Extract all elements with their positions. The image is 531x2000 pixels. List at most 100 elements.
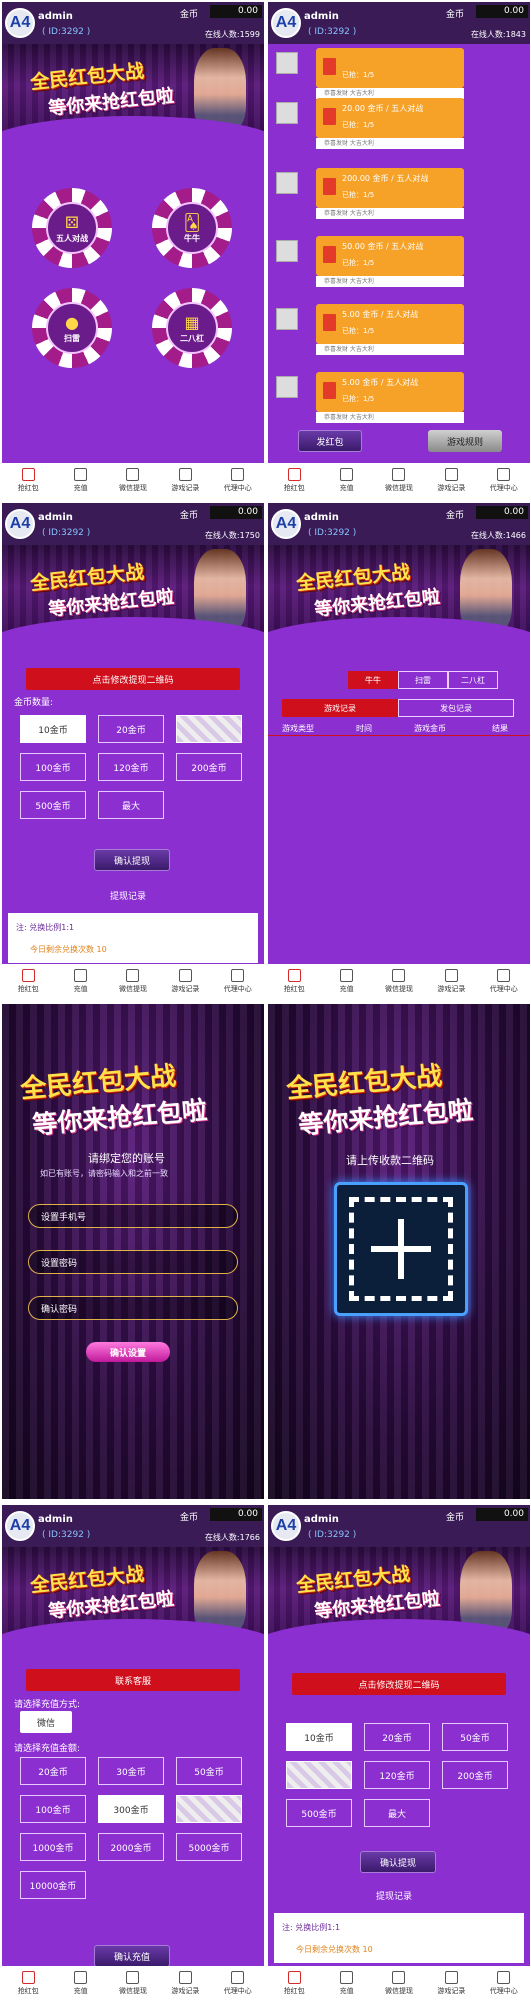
nav-recharge[interactable]: 充值 [322, 1970, 372, 1996]
recharge-option[interactable]: 100金币 [20, 1795, 86, 1823]
withdraw-records-link[interactable]: 提现记录 [110, 889, 146, 902]
confirm-withdraw-button[interactable]: 确认提现 [360, 1851, 436, 1873]
contact-service-button[interactable]: 联系客服 [26, 1669, 240, 1691]
nav-records[interactable]: 游戏记录 [426, 1970, 476, 1996]
confirm-recharge-button[interactable]: 确认充值 [94, 1945, 170, 1967]
recharge-option[interactable] [176, 1795, 242, 1823]
message-red-packet[interactable]: 50.00 金币 / 五人对战 已抢：1/5 恭喜发财 大吉大利 [276, 236, 524, 288]
amount-option[interactable]: 10金币 [20, 715, 86, 743]
amount-option[interactable]: 20金币 [98, 715, 164, 743]
method-wechat[interactable]: 微信 [20, 1711, 72, 1733]
nav-withdraw[interactable]: 微信提现 [374, 467, 424, 493]
game-rules-button[interactable]: 游戏规则 [428, 430, 502, 452]
nav-records[interactable]: 游戏记录 [426, 968, 476, 994]
game-chip-five-player[interactable]: ⚄ 五人对战 [32, 188, 112, 268]
tab-game-records[interactable]: 游戏记录 [282, 699, 398, 717]
amount-option[interactable]: 500金币 [20, 791, 86, 819]
phone-input[interactable]: 设置手机号 [28, 1204, 238, 1228]
red-packet-bubble[interactable]: 已抢：1/5 恭喜发财 大吉大利 [316, 48, 464, 99]
avatar[interactable]: A4 [5, 509, 35, 539]
nav-agent[interactable]: 代理中心 [213, 467, 263, 493]
nav-withdraw[interactable]: 微信提现 [108, 1970, 158, 1996]
confirm-withdraw-button[interactable]: 确认提现 [94, 849, 170, 871]
recharge-option[interactable]: 50金币 [176, 1757, 242, 1785]
nav-grab[interactable]: 抢红包 [3, 467, 53, 493]
nav-recharge[interactable]: 充值 [322, 467, 372, 493]
red-packet-bubble[interactable]: 5.00 金币 / 五人对战 已抢：1/5 恭喜发财 大吉大利 [316, 304, 464, 355]
nav-agent[interactable]: 代理中心 [479, 1970, 529, 1996]
amount-option[interactable]: 最大 [364, 1799, 430, 1827]
amount-option[interactable]: 10金币 [286, 1723, 352, 1751]
nav-grab[interactable]: 抢红包 [269, 1970, 319, 1996]
recharge-option[interactable]: 1000金币 [20, 1833, 86, 1861]
nav-records[interactable]: 游戏记录 [160, 1970, 210, 1996]
red-packet-bubble[interactable]: 20.00 金币 / 五人对战 已抢：1/5 恭喜发财 大吉大利 [316, 98, 464, 149]
nav-recharge[interactable]: 充值 [56, 467, 106, 493]
nav-records[interactable]: 游戏记录 [426, 467, 476, 493]
recharge-option[interactable]: 20金币 [20, 1757, 86, 1785]
tab-send-records[interactable]: 发包记录 [398, 699, 514, 717]
red-packet-bubble[interactable]: 5.00 金币 / 五人对战 已抢：1/5 恭喜发财 大吉大利 [316, 372, 464, 423]
red-packet-bubble[interactable]: 200.00 金币 / 五人对战 已抢：1/5 恭喜发财 大吉大利 [316, 168, 464, 219]
modify-qr-button[interactable]: 点击修改提现二维码 [292, 1673, 506, 1695]
nav-agent[interactable]: 代理中心 [213, 1970, 263, 1996]
amount-option[interactable]: 200金币 [442, 1761, 508, 1789]
withdraw-records-link[interactable]: 提现记录 [376, 1889, 412, 1902]
nav-recharge[interactable]: 充值 [322, 968, 372, 994]
recharge-option[interactable]: 30金币 [98, 1757, 164, 1785]
nav-grab[interactable]: 抢红包 [3, 968, 53, 994]
avatar[interactable]: A4 [271, 8, 301, 38]
modify-qr-button[interactable]: 点击修改提现二维码 [26, 668, 240, 690]
game-chip-erbagang[interactable]: ▦ 二八杠 [152, 288, 232, 368]
nav-agent[interactable]: 代理中心 [479, 467, 529, 493]
recharge-option[interactable]: 2000金币 [98, 1833, 164, 1861]
nav-records[interactable]: 游戏记录 [160, 467, 210, 493]
avatar[interactable]: A4 [271, 509, 301, 539]
confirm-password-input[interactable]: 确认密码 [28, 1296, 238, 1320]
sender-avatar [276, 52, 298, 74]
amount-option[interactable]: 20金币 [364, 1723, 430, 1751]
game-chip-niuniu[interactable]: 🂡 牛牛 [152, 188, 232, 268]
amount-option[interactable]: 500金币 [286, 1799, 352, 1827]
tab-niuniu[interactable]: 牛牛 [348, 671, 398, 689]
tab-erbagang[interactable]: 二八杠 [448, 671, 498, 689]
avatar[interactable]: A4 [271, 1511, 301, 1541]
nav-withdraw[interactable]: 微信提现 [374, 968, 424, 994]
nav-withdraw[interactable]: 微信提现 [374, 1970, 424, 1996]
red-packet-bubble[interactable]: 50.00 金币 / 五人对战 已抢：1/5 恭喜发财 大吉大利 [316, 236, 464, 287]
message-red-packet[interactable]: 已抢：1/5 恭喜发财 大吉大利 [276, 48, 524, 100]
recharge-option[interactable]: 5000金币 [176, 1833, 242, 1861]
amount-option[interactable] [286, 1761, 352, 1789]
message-red-packet[interactable]: 200.00 金币 / 五人对战 已抢：1/5 恭喜发财 大吉大利 [276, 168, 524, 220]
message-red-packet[interactable]: 5.00 金币 / 五人对战 已抢：1/5 恭喜发财 大吉大利 [276, 372, 524, 424]
nav-grab[interactable]: 抢红包 [3, 1970, 53, 1996]
recharge-option[interactable]: 10000金币 [20, 1871, 86, 1899]
amount-option[interactable]: 200金币 [176, 753, 242, 781]
nav-agent[interactable]: 代理中心 [213, 968, 263, 994]
nav-records[interactable]: 游戏记录 [160, 968, 210, 994]
amount-option[interactable]: 50金币 [442, 1723, 508, 1751]
amount-option[interactable]: 100金币 [20, 753, 86, 781]
avatar[interactable]: A4 [5, 8, 35, 38]
recharge-option[interactable]: 300金币 [98, 1795, 164, 1823]
nav-recharge[interactable]: 充值 [56, 1970, 106, 1996]
amount-option[interactable]: 120金币 [98, 753, 164, 781]
send-packet-button[interactable]: 发红包 [298, 430, 362, 452]
nav-recharge[interactable]: 充值 [56, 968, 106, 994]
upload-qr-button[interactable] [334, 1182, 468, 1316]
avatar[interactable]: A4 [5, 1511, 35, 1541]
message-red-packet[interactable]: 20.00 金币 / 五人对战 已抢：1/5 恭喜发财 大吉大利 [276, 98, 524, 150]
confirm-settings-button[interactable]: 确认设置 [86, 1342, 170, 1362]
nav-grab[interactable]: 抢红包 [269, 467, 319, 493]
amount-option[interactable]: 120金币 [364, 1761, 430, 1789]
password-input[interactable]: 设置密码 [28, 1250, 238, 1274]
nav-grab[interactable]: 抢红包 [269, 968, 319, 994]
tab-minesweeper[interactable]: 扫雷 [398, 671, 448, 689]
nav-withdraw[interactable]: 微信提现 [108, 467, 158, 493]
nav-withdraw[interactable]: 微信提现 [108, 968, 158, 994]
game-chip-minesweeper[interactable]: ● 扫雷 [32, 288, 112, 368]
nav-agent[interactable]: 代理中心 [479, 968, 529, 994]
amount-option[interactable]: 最大 [98, 791, 164, 819]
amount-option[interactable] [176, 715, 242, 743]
message-red-packet[interactable]: 5.00 金币 / 五人对战 已抢：1/5 恭喜发财 大吉大利 [276, 304, 524, 356]
